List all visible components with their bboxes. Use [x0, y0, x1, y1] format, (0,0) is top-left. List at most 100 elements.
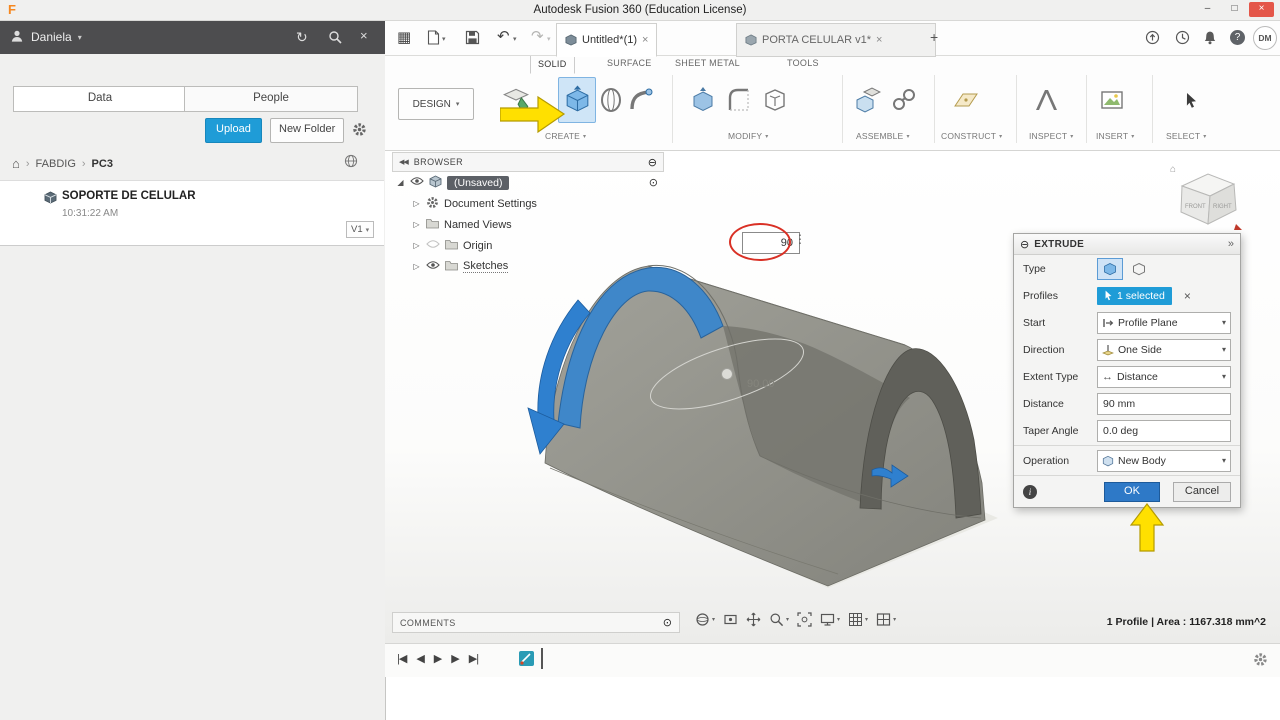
tree-item-document-settings[interactable]: ▷ Document Settings [392, 193, 664, 214]
assemble-group-label[interactable]: ASSEMBLE ▾ [856, 131, 909, 141]
doc-tab-close-icon[interactable]: × [876, 34, 882, 46]
fillet-icon[interactable] [724, 81, 754, 119]
info-icon[interactable]: i [1023, 485, 1037, 499]
profiles-selected-chip[interactable]: 1 selected [1097, 286, 1172, 305]
tab-solid[interactable]: SOLID [530, 55, 575, 74]
new-folder-button[interactable]: New Folder [270, 118, 345, 143]
dialog-collapse-icon[interactable]: ⊖ [1020, 238, 1029, 251]
close-data-panel-icon[interactable]: × [360, 28, 368, 43]
job-status-icon[interactable] [1145, 30, 1160, 48]
save-icon[interactable] [465, 30, 480, 48]
data-settings-gear-icon[interactable] [352, 122, 367, 140]
upload-button[interactable]: Upload [205, 118, 262, 143]
undo-icon[interactable]: ↶ [497, 29, 510, 44]
timeline-play-button[interactable]: ▶ [434, 652, 443, 665]
distance-dimension-input[interactable]: 90 [742, 232, 800, 254]
maximize-button[interactable]: □ [1222, 2, 1247, 17]
construct-plane-icon[interactable] [947, 81, 981, 119]
doc-tab-inactive[interactable]: PORTA CELULAR v1* × [736, 23, 936, 57]
close-button[interactable]: × [1249, 2, 1274, 17]
app-menu-grid-icon[interactable]: ▦ [397, 30, 411, 45]
notification-bell-icon[interactable] [1203, 30, 1217, 48]
extrude-icon[interactable] [558, 77, 596, 123]
comments-toggle-icon[interactable]: ⊙ [663, 616, 672, 629]
timeline-skip-end-button[interactable]: ▶| [469, 652, 479, 665]
expanded-icon[interactable]: ◢ [396, 178, 405, 187]
visibility-eye-icon[interactable] [410, 176, 424, 189]
grid-settings-icon[interactable]: ▾ [848, 612, 868, 627]
file-menu-dropdown-icon[interactable]: ▾ [442, 35, 446, 43]
press-pull-icon[interactable] [688, 81, 718, 119]
tab-people[interactable]: People [184, 86, 358, 112]
browser-root-row[interactable]: ◢ (Unsaved) ⊙ [392, 172, 664, 193]
clear-selection-icon[interactable]: × [1184, 289, 1191, 303]
browser-display-toggle-icon[interactable]: ⊖ [648, 156, 657, 169]
search-icon[interactable] [328, 30, 342, 47]
revolve-icon[interactable] [597, 84, 625, 116]
tab-surface[interactable]: SURFACE [600, 55, 659, 72]
sync-status-icon[interactable] [344, 154, 358, 171]
sweep-icon[interactable] [627, 84, 655, 116]
browser-collapse-icon[interactable]: ◀◀ [399, 158, 409, 166]
taper-angle-input[interactable]: 0.0 deg [1097, 419, 1231, 442]
dialog-dock-icon[interactable]: » [1228, 238, 1234, 250]
tab-sheet-metal[interactable]: SHEET METAL [668, 55, 747, 72]
insert-image-icon[interactable] [1097, 81, 1127, 119]
help-icon[interactable]: ? [1230, 30, 1245, 45]
distance-input[interactable]: 90 mm [1097, 392, 1231, 415]
user-name[interactable]: Daniela [31, 30, 72, 44]
tree-item-origin[interactable]: ▷ Origin [392, 235, 664, 256]
zoom-icon[interactable]: ▾ [769, 612, 789, 627]
recent-clock-icon[interactable] [1175, 30, 1190, 48]
tab-tools[interactable]: TOOLS [780, 55, 826, 72]
avatar[interactable]: DM [1253, 26, 1277, 50]
dimension-options-kebab-icon[interactable]: ⋮ [794, 232, 806, 246]
undo-dropdown-icon[interactable]: ▾ [513, 35, 517, 43]
create-group-label[interactable]: CREATE ▾ [545, 131, 586, 141]
doc-tab-close-icon[interactable]: × [642, 34, 648, 46]
tree-item-sketches[interactable]: ▷ Sketches [392, 256, 664, 277]
type-extrude-solid-icon[interactable] [1097, 257, 1123, 280]
comments-bar[interactable]: COMMENTS ⊙ [392, 612, 680, 633]
create-sketch-icon[interactable] [498, 79, 534, 121]
viewports-icon[interactable]: ▾ [876, 612, 896, 627]
extrude-dialog-header[interactable]: ⊖ EXTRUDE » [1014, 234, 1240, 255]
look-at-icon[interactable] [723, 612, 738, 627]
timeline-playhead[interactable] [541, 648, 543, 669]
pan-icon[interactable] [746, 612, 761, 627]
user-dropdown-icon[interactable]: ▾ [78, 33, 82, 42]
refresh-icon[interactable]: ↻ [296, 29, 308, 46]
type-extrude-thin-icon[interactable] [1127, 259, 1151, 279]
joint-icon[interactable] [889, 81, 919, 119]
select-cursor-icon[interactable] [1178, 81, 1204, 119]
timeline-step-forward-button[interactable]: ▶ [451, 652, 460, 665]
view-cube[interactable]: ⌂ FRONT RIGHT [1168, 158, 1244, 236]
visibility-eye-icon[interactable] [426, 260, 440, 273]
direction-select[interactable]: One Side ▾ [1097, 338, 1231, 361]
new-component-icon[interactable] [853, 81, 883, 119]
minimize-button[interactable]: – [1195, 2, 1220, 17]
root-document-name[interactable]: (Unsaved) [447, 175, 510, 190]
breadcrumb-parent[interactable]: FABDIG [36, 158, 76, 170]
redo-icon[interactable]: ↷ [531, 29, 544, 44]
file-menu-icon[interactable] [427, 30, 440, 48]
start-select[interactable]: Profile Plane ▾ [1097, 311, 1231, 334]
home-icon[interactable]: ⌂ [12, 156, 20, 171]
model-3d[interactable] [520, 228, 1020, 598]
display-settings-icon[interactable]: ▾ [820, 612, 840, 627]
file-card[interactable]: SOPORTE DE CELULAR 10:31:22 AM V1 ▾ [0, 180, 384, 246]
shell-icon[interactable] [760, 81, 790, 119]
visibility-eye-off-icon[interactable] [426, 239, 440, 252]
operation-select[interactable]: New Body ▾ [1097, 449, 1231, 472]
fit-icon[interactable] [797, 612, 812, 627]
timeline-skip-start-button[interactable]: |◀ [397, 652, 407, 665]
new-tab-button[interactable]: + [930, 29, 938, 45]
insert-group-label[interactable]: INSERT ▾ [1096, 131, 1134, 141]
construct-group-label[interactable]: CONSTRUCT ▾ [941, 131, 1002, 141]
ok-button[interactable]: OK [1104, 482, 1160, 502]
inspect-group-label[interactable]: INSPECT ▾ [1029, 131, 1073, 141]
measure-icon[interactable] [1031, 81, 1061, 119]
doc-tab-active[interactable]: Untitled*(1) × [556, 23, 658, 57]
tree-item-named-views[interactable]: ▷ Named Views [392, 214, 664, 235]
viewport[interactable]: ◀◀ BROWSER ⊖ ◢ (Unsaved) ⊙ ▷ Document Se… [385, 150, 1280, 643]
